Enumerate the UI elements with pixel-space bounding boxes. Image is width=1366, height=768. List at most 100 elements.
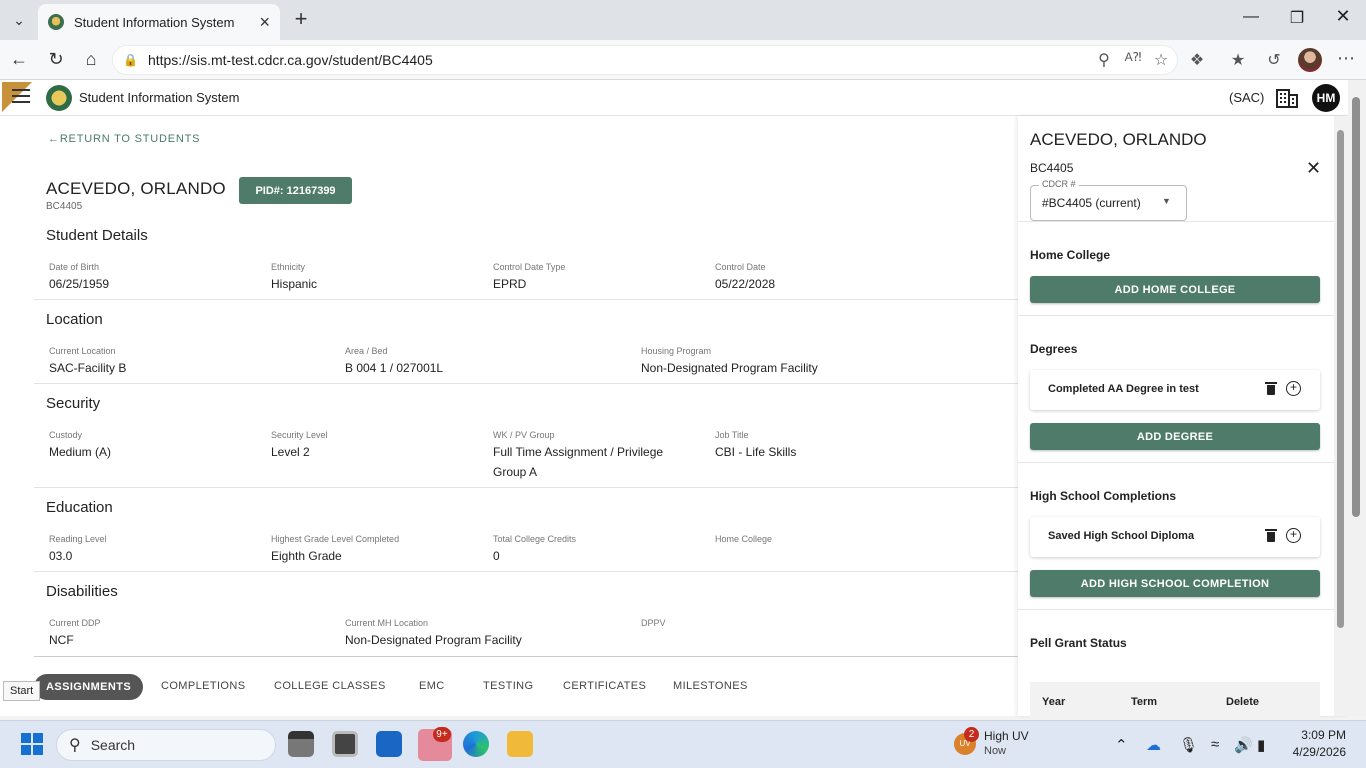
arrow-left-icon: ← [48, 133, 60, 145]
mic-muted-icon[interactable]: 🎙 [1179, 736, 1198, 754]
field-value-dob: 06/25/1959 [49, 277, 110, 291]
refresh-icon[interactable]: ↻ [45, 49, 67, 71]
new-tab-icon[interactable]: + [288, 7, 314, 33]
minimize-icon[interactable]: — [1236, 8, 1266, 26]
window-close-icon[interactable]: ✕ [1328, 6, 1358, 27]
add-degree-button[interactable]: ADD DEGREE [1030, 423, 1320, 450]
menu-icon[interactable] [12, 89, 30, 103]
volume-icon[interactable]: 🔊 [1234, 736, 1253, 754]
chevron-up-icon[interactable]: ⌃ [1115, 736, 1128, 754]
browser-tab[interactable]: Student Information System × [38, 4, 280, 40]
url-text: https://sis.mt-test.cdcr.ca.gov/student/… [147, 52, 433, 68]
outlook-app-icon[interactable] [376, 731, 402, 757]
add-circle-icon[interactable]: + [1286, 528, 1301, 543]
building-icon[interactable] [1276, 88, 1298, 108]
field-label: Area / Bed [345, 346, 388, 356]
lock-icon: 🔒 [123, 53, 138, 67]
clock-date[interactable]: 4/29/2026 [1280, 745, 1346, 759]
url-field[interactable]: 🔒 https://sis.mt-test.cdcr.ca.gov/studen… [112, 45, 1178, 75]
tab-milestones[interactable]: MILESTONES [673, 680, 748, 692]
panel-divider [1018, 221, 1334, 222]
cdcr-select-label: CDCR # [1039, 179, 1079, 189]
add-home-college-button[interactable]: ADD HOME COLLEGE [1030, 276, 1320, 303]
field-value-job-title: CBI - Life Skills [715, 445, 797, 459]
high-school-label: Saved High School Diploma [1048, 530, 1195, 542]
field-label: Current Location [49, 346, 116, 356]
field-label: Total College Credits [493, 534, 577, 544]
degree-card: Completed AA Degree in test + [1030, 370, 1320, 410]
more-menu-icon[interactable]: ⋯ [1335, 48, 1357, 69]
app-title: Student Information System [79, 90, 240, 105]
search-icon: ⚲ [69, 737, 81, 754]
page-scrollbar-thumb[interactable] [1352, 97, 1360, 517]
section-title-security: Security [46, 395, 101, 412]
home-icon[interactable]: ⌂ [80, 49, 102, 71]
delete-icon[interactable] [1265, 529, 1277, 542]
user-avatar[interactable]: HM [1312, 84, 1340, 112]
clock-time[interactable]: 3:09 PM [1290, 728, 1346, 742]
add-circle-icon[interactable]: + [1286, 381, 1301, 396]
field-value-current-location: SAC-Facility B [49, 361, 127, 375]
restore-icon[interactable]: ❐ [1282, 8, 1312, 28]
student-id: BC4405 [46, 201, 83, 212]
field-label: WK / PV Group [493, 430, 555, 440]
add-high-school-completion-button[interactable]: ADD HIGH SCHOOL COMPLETION [1030, 570, 1320, 597]
tab-assignments[interactable]: ASSIGNMENTS [34, 674, 144, 700]
read-aloud-icon[interactable]: A⁈ [1122, 50, 1144, 64]
field-value-reading-level: 03.0 [49, 549, 73, 563]
weather-title: High UV [984, 729, 1029, 743]
section-divider [34, 383, 1018, 384]
favorites-icon[interactable]: ★ [1227, 50, 1249, 70]
task-view-icon[interactable] [288, 731, 314, 757]
field-label: Reading Level [49, 534, 107, 544]
field-value-ethnicity: Hispanic [271, 277, 318, 291]
field-value-housing-program: Non-Designated Program Facility [641, 361, 818, 375]
tab-completions[interactable]: COMPLETIONS [161, 680, 245, 692]
pell-col-term: Term [1131, 696, 1158, 708]
battery-icon[interactable]: ▮ [1257, 736, 1265, 754]
pell-col-year: Year [1042, 696, 1066, 708]
panel-divider [1018, 462, 1334, 463]
favorite-star-icon[interactable]: ☆ [1150, 50, 1172, 70]
terminal-app-icon[interactable] [332, 731, 358, 757]
zoom-icon[interactable]: ⚲ [1093, 50, 1115, 70]
search-placeholder: Search [90, 737, 136, 753]
profile-avatar[interactable] [1298, 48, 1322, 72]
field-value-mh-location: Non-Designated Program Facility [345, 633, 522, 647]
field-label: Job Title [715, 430, 749, 440]
extensions-icon[interactable]: ❖ [1186, 50, 1208, 70]
field-label: Security Level [271, 430, 328, 440]
back-icon[interactable]: ← [8, 49, 30, 71]
field-value-area-bed: B 004 1 / 027001L [345, 361, 444, 375]
panel-scrollbar-thumb[interactable] [1337, 130, 1344, 628]
pid-badge[interactable]: PID#: 12167399 [239, 177, 352, 204]
history-icon[interactable]: ↺ [1263, 50, 1285, 70]
windows-start-icon[interactable] [21, 733, 43, 755]
tab-testing[interactable]: TESTING [483, 680, 533, 692]
edge-browser-icon[interactable] [463, 731, 489, 757]
tab-close-icon[interactable]: × [259, 12, 270, 33]
onedrive-cloud-icon[interactable]: ☁ [1146, 736, 1161, 754]
delete-icon[interactable] [1265, 382, 1277, 395]
weather-subtitle: Now [984, 745, 1007, 757]
file-explorer-icon[interactable] [507, 731, 533, 757]
panel-student-name: ACEVEDO, ORLANDO [1030, 130, 1207, 149]
return-to-students-link[interactable]: ←RETURN TO STUDENTS [48, 133, 200, 145]
tab-certificates[interactable]: CERTIFICATES [563, 680, 646, 692]
wifi-icon[interactable]: ≈ [1211, 736, 1219, 753]
start-tooltip: Start [3, 681, 41, 701]
section-divider [34, 487, 1018, 488]
tab-list-chevron-icon[interactable]: ⌄ [6, 8, 32, 32]
tab-college-classes[interactable]: COLLEGE CLASSES [274, 680, 386, 692]
field-label: Control Date [715, 262, 766, 272]
pell-grant-title: Pell Grant Status [1030, 636, 1127, 650]
pell-col-delete: Delete [1226, 696, 1260, 708]
student-name: ACEVEDO, ORLANDO [46, 179, 226, 198]
dropdown-arrow-icon[interactable]: ▼ [1162, 196, 1171, 206]
section-title-education: Education [46, 499, 113, 516]
panel-close-icon[interactable]: ✕ [1306, 158, 1321, 179]
field-label: Home College [715, 534, 773, 544]
taskbar-search[interactable]: ⚲ Search [56, 729, 276, 761]
degree-label: Completed AA Degree in test [1048, 383, 1199, 395]
tab-emc[interactable]: EMC [419, 680, 445, 692]
